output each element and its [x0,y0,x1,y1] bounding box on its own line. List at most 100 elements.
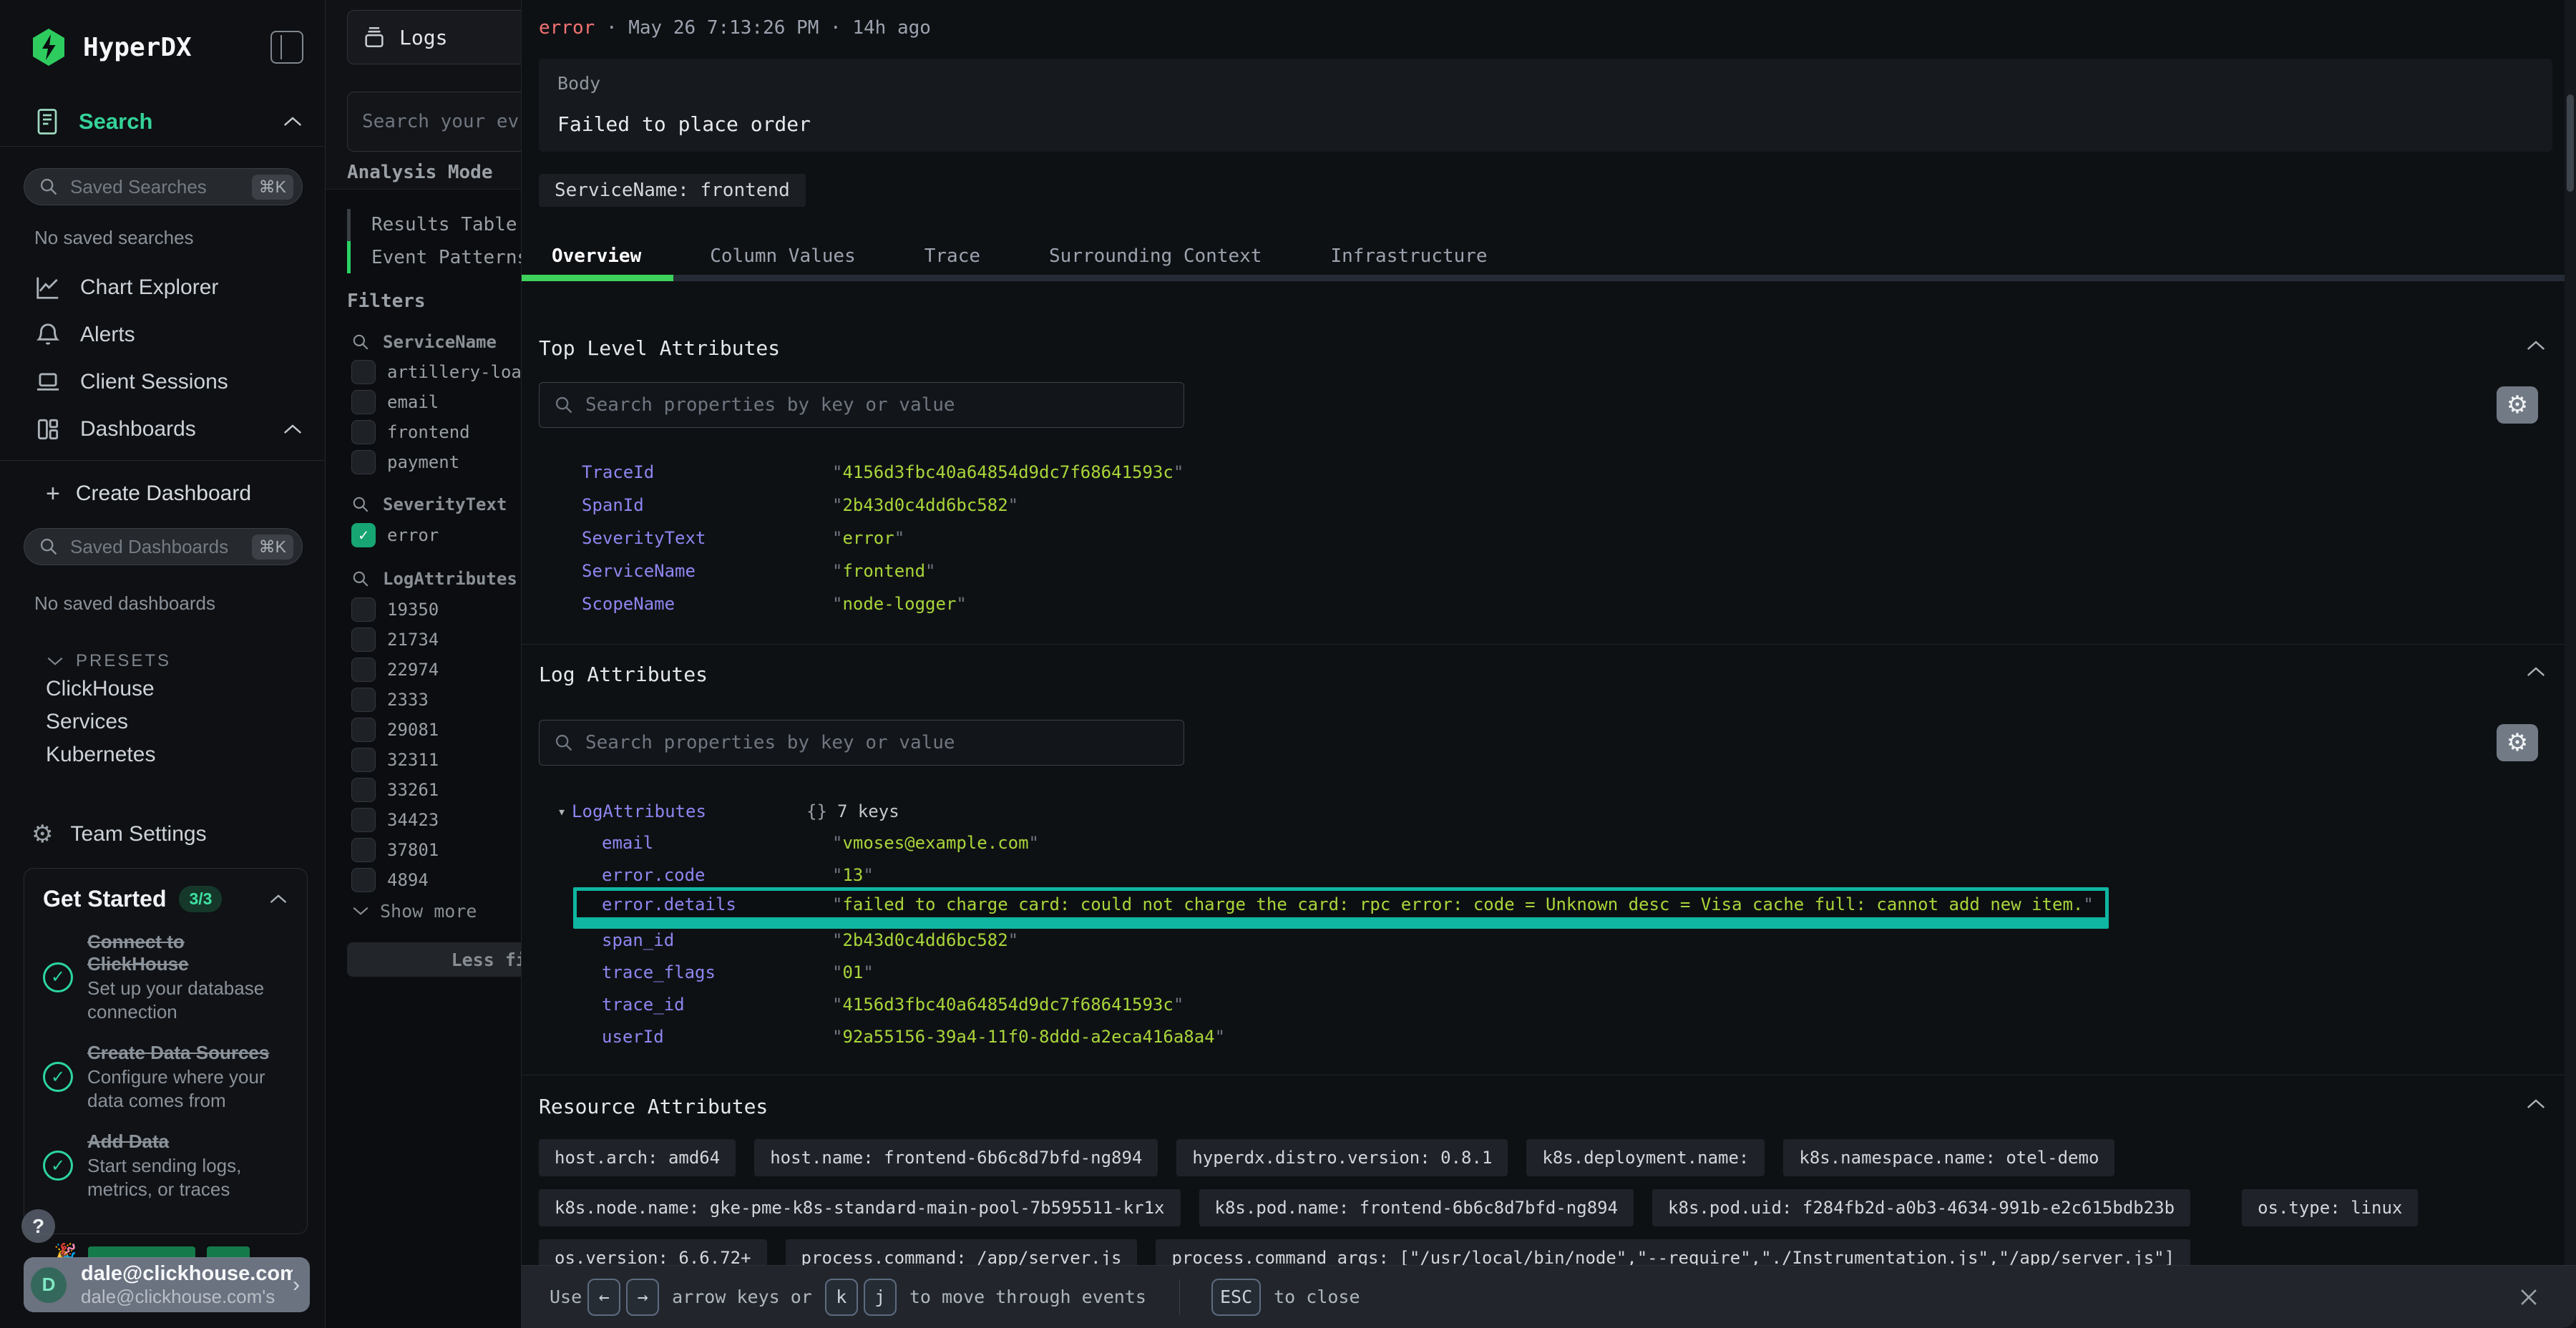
get-started-item[interactable]: ✓ Create Data Sources Configure where yo… [43,1042,288,1112]
presets-toggle[interactable]: PRESETS [46,650,325,673]
filter-option[interactable]: 33261 [351,777,439,803]
attribute-row[interactable]: TraceId"4156d3fbc40a64854d9dc7f68641593c… [582,456,1184,488]
event-search-input[interactable]: Search your ev [347,92,521,152]
close-panel-button[interactable] [2510,1279,2547,1316]
chevron-up-icon[interactable] [2525,665,2547,678]
resource-chip[interactable]: host.arch: amd64 [539,1139,736,1176]
resource-chip[interactable]: k8s.node.name: gke-pme-k8s-standard-main… [539,1189,1181,1226]
top-level-search-input[interactable]: Search properties by key or value [539,382,1184,428]
attributes-settings-button[interactable]: ⚙ [2497,724,2538,761]
filter-option[interactable]: 21734 [351,627,439,653]
tab-column-values[interactable]: Column Values [710,245,856,267]
checkbox[interactable] [351,808,376,832]
checkbox[interactable] [351,838,376,862]
preset-clickhouse[interactable]: ClickHouse [0,673,325,706]
checkbox[interactable] [351,868,376,892]
filter-option[interactable]: 19350 [351,597,439,622]
attribute-row[interactable]: error.code"13" [602,859,874,891]
mode-event-patterns[interactable]: Event Patterns [371,242,521,273]
sidebar-item-client-sessions[interactable]: Client Sessions [0,358,325,406]
resource-chip[interactable]: host.name: frontend-6b6c8d7bfd-ng894 [754,1139,1158,1176]
attribute-key[interactable]: SeverityText [582,528,832,548]
attribute-key[interactable]: error.code [602,865,832,885]
saved-searches-input[interactable]: Saved Searches ⌘K [24,168,303,205]
filter-group-servicename[interactable]: ServiceName [351,331,497,353]
attribute-value[interactable]: 4156d3fbc40a64854d9dc7f68641593c [842,995,1173,1015]
tab-overview[interactable]: Overview [552,245,641,267]
tab-surrounding-context[interactable]: Surrounding Context [1049,245,1262,267]
show-more-button[interactable]: Show more [351,899,477,923]
attribute-value[interactable]: 01 [842,962,863,982]
collapse-sidebar-icon[interactable] [270,31,303,64]
create-dashboard-button[interactable]: + Create Dashboard [46,471,325,517]
attribute-key[interactable]: trace_id [602,995,832,1015]
chevron-up-icon[interactable] [2525,339,2547,352]
attribute-value[interactable]: frontend [842,561,925,581]
attribute-row[interactable]: userId"92a55156-39a4-11f0-8ddd-a2eca416a… [602,1021,1225,1053]
user-menu[interactable]: D dale@clickhouse.com dale@clickhouse.co… [24,1257,310,1312]
attribute-row[interactable]: trace_id"4156d3fbc40a64854d9dc7f68641593… [602,989,1184,1020]
checkbox[interactable] [351,688,376,712]
scrollbar-thumb[interactable] [2567,94,2574,192]
sidebar-item-alerts[interactable]: Alerts [0,311,325,358]
attribute-value[interactable]: 13 [842,865,863,885]
checkbox[interactable] [351,390,376,414]
resource-chip[interactable]: k8s.namespace.name: otel-demo [1783,1139,2114,1176]
tab-trace[interactable]: Trace [924,245,980,267]
log-attributes-search-input[interactable]: Search properties by key or value [539,720,1184,766]
get-started-item[interactable]: ✓ Add Data Start sending logs, metrics, … [43,1131,288,1201]
filter-option[interactable]: 37801 [351,837,439,863]
attribute-row[interactable]: SpanId"2b43d0c4dd6bc582" [582,489,1018,521]
attribute-key[interactable]: ScopeName [582,594,832,614]
attributes-settings-button[interactable]: ⚙ [2497,386,2538,424]
resource-chip[interactable]: k8s.pod.name: frontend-6b6c8d7bfd-ng894 [1199,1189,1634,1226]
sidebar-item-dashboards[interactable]: Dashboards [0,406,325,453]
checkbox[interactable] [351,597,376,622]
attribute-value[interactable]: 4156d3fbc40a64854d9dc7f68641593c [842,462,1173,482]
attribute-value[interactable]: failed to charge card: could not charge … [842,894,2083,914]
attribute-key[interactable]: SpanId [582,495,832,515]
filter-option[interactable]: artillery-loa [351,359,521,385]
checkbox-checked[interactable]: ✓ [351,523,376,547]
attribute-row[interactable]: span_id"2b43d0c4dd6bc582" [602,924,1018,956]
filter-option[interactable]: 2333 [351,687,429,713]
attribute-value[interactable]: 2b43d0c4dd6bc582 [842,495,1008,515]
preset-services[interactable]: Services [0,706,325,738]
filter-option[interactable]: 4894 [351,867,429,893]
attribute-key[interactable]: userId [602,1027,832,1047]
filter-option[interactable]: 22974 [351,657,439,683]
filter-group-severitytext[interactable]: SeverityText [351,493,507,516]
resource-chip[interactable]: hyperdx.distro.version: 0.8.1 [1176,1139,1508,1176]
attribute-value[interactable]: error [842,528,894,548]
attribute-key[interactable]: email [602,833,832,853]
attribute-row[interactable]: SeverityText"error" [582,522,904,554]
checkbox[interactable] [351,658,376,682]
saved-dashboards-input[interactable]: Saved Dashboards ⌘K [24,528,303,565]
less-filters-button[interactable]: Less fil [347,942,521,977]
checkbox[interactable] [351,450,376,474]
attribute-value[interactable]: vmoses@example.com [842,833,1028,853]
logattributes-tree-toggle[interactable]: ▾ LogAttributes {} 7 keys [557,796,899,827]
attribute-row[interactable]: email"vmoses@example.com" [602,827,1039,859]
attribute-row[interactable]: trace_flags"01" [602,957,874,988]
checkbox[interactable] [351,778,376,802]
attribute-key[interactable]: error.details [602,894,832,914]
filter-option[interactable]: 29081 [351,717,439,743]
attribute-key[interactable]: trace_flags [602,962,832,982]
filter-option-error[interactable]: ✓error [351,522,439,548]
resource-chip[interactable]: k8s.deployment.name: [1526,1139,1765,1176]
attribute-value[interactable]: 92a55156-39a4-11f0-8ddd-a2eca416a8a4 [842,1027,1214,1047]
resource-chip[interactable]: os.type: linux [2242,1189,2418,1226]
preset-kubernetes[interactable]: Kubernetes [0,738,325,771]
sidebar-item-chart-explorer[interactable]: Chart Explorer [0,264,325,311]
filter-option[interactable]: 32311 [351,747,439,773]
attribute-key[interactable]: TraceId [582,462,832,482]
tab-infrastructure[interactable]: Infrastructure [1330,245,1487,267]
filter-option[interactable]: email [351,389,439,415]
filter-option[interactable]: 34423 [351,807,439,833]
checkbox[interactable] [351,360,376,384]
mode-results-table[interactable]: Results Table [371,209,517,240]
source-select[interactable]: Logs [347,10,521,64]
chevron-up-icon[interactable] [268,893,288,905]
attribute-value[interactable]: 2b43d0c4dd6bc582 [842,930,1008,950]
